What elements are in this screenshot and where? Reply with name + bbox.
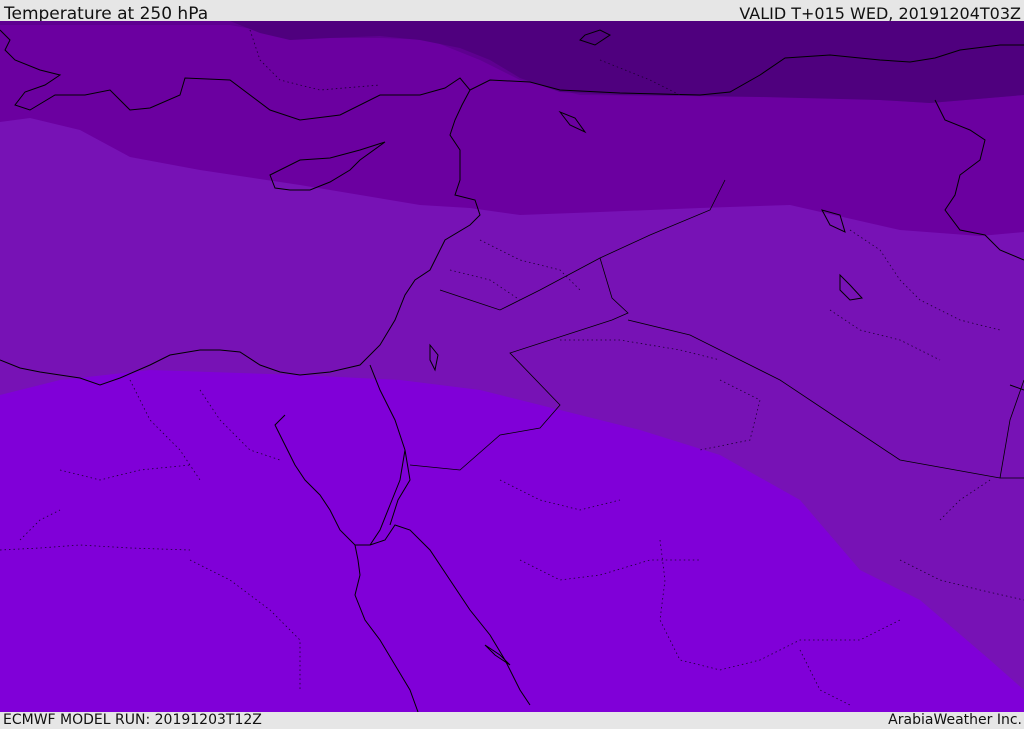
model-run-label: ECMWF MODEL RUN: 20191203T12Z — [3, 712, 262, 728]
footer-bar: ECMWF MODEL RUN: 20191203T12Z ArabiaWeat… — [0, 712, 1024, 729]
temperature-map — [0, 21, 1024, 712]
header-bar: Temperature at 250 hPa VALID T+015 WED, … — [0, 0, 1024, 24]
credit-label: ArabiaWeather Inc. — [888, 712, 1022, 728]
